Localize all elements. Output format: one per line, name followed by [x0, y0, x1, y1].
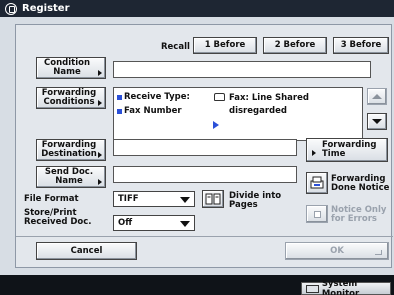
window-title: Register	[22, 3, 70, 14]
checkbox-icon	[313, 210, 321, 218]
forwarding-conditions-list: Receive Type: Fax: Line Shared Fax Numbe…	[113, 87, 363, 141]
recall-3-before-button[interactable]: 3 Before	[333, 37, 389, 54]
condition-name-label: Condition Name	[44, 58, 90, 77]
screen: Register Recall 1 Before 2 Before 3 Befo…	[0, 0, 394, 295]
recall-label: Recall	[161, 42, 190, 52]
condition-value: Fax: Line Shared	[214, 92, 309, 103]
notice-printer-icon	[310, 176, 324, 189]
file-format-value: TIFF	[118, 194, 139, 204]
recall-1-before-button[interactable]: 1 Before	[193, 37, 257, 54]
condition-row: Receive Type:	[117, 92, 190, 102]
monitor-icon	[306, 284, 319, 293]
divide-pages-icon	[205, 193, 221, 205]
file-format-select[interactable]: TIFF	[113, 191, 195, 207]
condition-value-text: Fax: Line Shared	[229, 93, 309, 103]
condition-value: disregarded	[229, 106, 287, 116]
forwarding-time-label: Forwarding Time	[322, 140, 377, 159]
forwarding-conditions-button[interactable]: Forwarding Conditions	[36, 87, 106, 109]
triangle-up-icon	[372, 94, 382, 99]
forwarding-destination-button[interactable]: Forwarding Destination	[36, 139, 106, 161]
recall-2-before-button[interactable]: 2 Before	[263, 37, 327, 54]
bullet-icon	[117, 108, 122, 114]
notice-only-errors-label: Notice Only for Errors	[331, 205, 387, 224]
more-items-icon	[213, 121, 219, 129]
forwarding-time-button[interactable]: Forwarding Time	[306, 138, 388, 162]
condition-key: Fax Number	[124, 106, 182, 116]
register-panel: Recall 1 Before 2 Before 3 Before Condit…	[15, 24, 393, 268]
register-icon	[5, 2, 17, 15]
forwarding-done-notice-label: Forwarding Done Notice	[331, 174, 390, 193]
send-doc-name-field[interactable]	[113, 166, 297, 183]
ok-label: OK	[330, 245, 344, 256]
system-monitor-button[interactable]: System Monitor	[301, 278, 391, 295]
divide-into-pages-label: Divide into Pages	[229, 191, 282, 210]
send-doc-name-label: Send Doc. Name	[44, 167, 94, 186]
scroll-down-button[interactable]	[367, 113, 387, 130]
condition-name-button[interactable]: Condition Name	[36, 57, 106, 79]
store-print-value: Off	[118, 218, 133, 228]
ok-button[interactable]: OK	[285, 242, 389, 260]
forwarding-conditions-label: Forwarding Conditions	[41, 88, 97, 107]
send-doc-name-button[interactable]: Send Doc. Name	[36, 166, 106, 188]
store-print-select[interactable]: Off	[113, 215, 195, 231]
forwarding-destination-field[interactable]	[113, 139, 297, 156]
file-format-label: File Format	[24, 194, 79, 204]
arrow-right-icon	[98, 179, 102, 185]
arrow-right-icon	[98, 152, 102, 158]
arrow-right-icon	[98, 70, 102, 76]
fax-icon	[214, 93, 225, 101]
notice-only-errors-checkbox[interactable]	[306, 205, 328, 223]
arrow-right-icon	[98, 100, 102, 106]
system-monitor-label: System Monitor	[321, 278, 360, 295]
condition-name-field[interactable]	[113, 61, 371, 78]
title-bar: Register	[0, 0, 394, 17]
bullet-icon	[117, 94, 122, 100]
dropdown-arrow-icon	[180, 221, 190, 227]
condition-key: Receive Type:	[124, 92, 190, 102]
enter-icon	[375, 250, 382, 255]
condition-row: Fax Number	[117, 106, 182, 116]
forwarding-destination-label: Forwarding Destination	[41, 140, 97, 159]
divide-into-pages-button[interactable]	[202, 190, 224, 208]
forwarding-done-notice-button[interactable]	[306, 172, 328, 194]
divider	[16, 236, 393, 237]
scroll-up-button[interactable]	[367, 88, 387, 105]
arrow-right-icon	[312, 150, 316, 156]
store-print-label: Store/Print Received Doc.	[24, 208, 92, 227]
dropdown-arrow-icon	[180, 197, 190, 203]
cancel-button[interactable]: Cancel	[36, 242, 137, 260]
triangle-down-icon	[372, 119, 382, 124]
